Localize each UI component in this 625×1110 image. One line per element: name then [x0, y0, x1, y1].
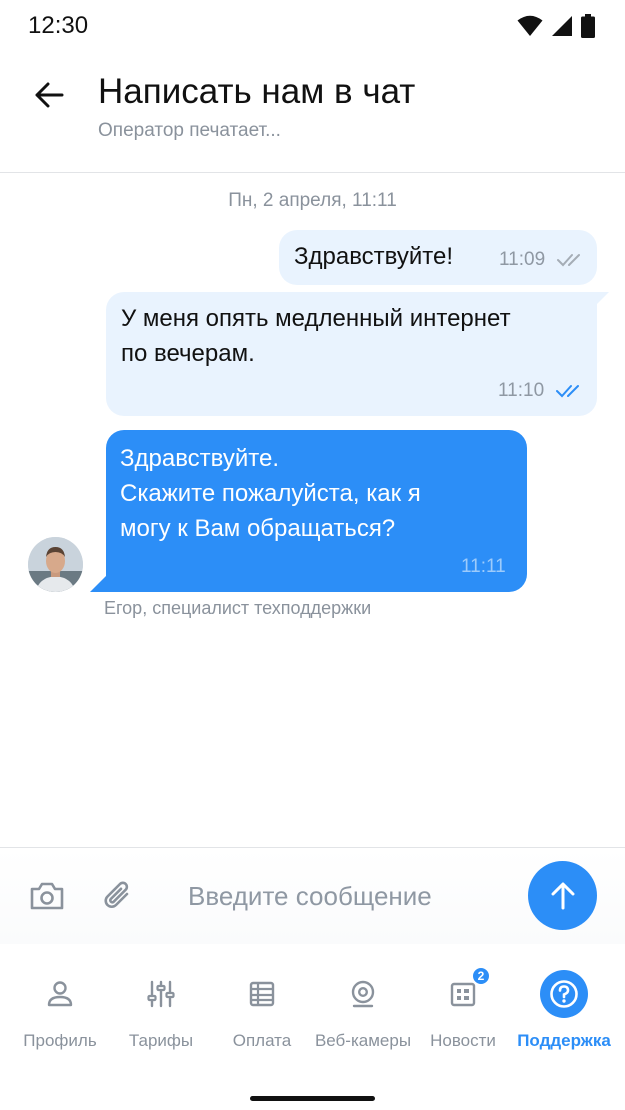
read-checkmarks-icon	[556, 385, 579, 398]
nav-item-news[interactable]: 2 Новости	[411, 964, 515, 1064]
typing-status: Оператор печатает...	[98, 120, 281, 141]
arrow-up-icon	[551, 882, 574, 909]
wifi-icon	[517, 15, 543, 36]
incoming-message[interactable]: Здравствуйте. Скажите пожалуйста, как я …	[106, 430, 527, 592]
nav-icon-container	[339, 970, 387, 1018]
nav-item-tariffs[interactable]: Тарифы	[109, 964, 213, 1064]
nav-label: Профиль	[23, 1031, 97, 1050]
page-title: Написать нам в чат	[98, 72, 416, 111]
battery-icon	[581, 14, 595, 38]
home-indicator[interactable]	[250, 1096, 375, 1101]
status-time: 12:30	[28, 12, 89, 39]
person-icon	[47, 981, 73, 1007]
status-icons	[517, 14, 595, 38]
outgoing-message[interactable]: У меня опять медленный интернет по вечер…	[106, 292, 597, 416]
help-circle-icon	[540, 970, 588, 1018]
chat-header: Написать нам в чат Оператор печатает...	[0, 56, 625, 173]
cellular-signal-icon	[552, 16, 572, 36]
sliders-icon	[147, 980, 175, 1008]
nav-icon-container	[36, 970, 84, 1018]
nav-icon-container	[238, 970, 286, 1018]
message-time: 11:11	[461, 556, 506, 577]
status-bar: 12:30	[0, 0, 625, 56]
arrow-back-icon	[35, 82, 64, 108]
nav-label: Оплата	[232, 1031, 292, 1050]
send-button[interactable]	[528, 861, 597, 930]
nav-icon-container	[137, 970, 185, 1018]
notification-badge: 2	[471, 966, 491, 986]
nav-label: Тарифы	[128, 1031, 194, 1050]
sent-checkmarks-icon	[557, 254, 580, 267]
message-text: Здравствуйте. Скажите пожалуйста, как я …	[120, 445, 421, 542]
nav-item-support[interactable]: Поддержка	[512, 964, 616, 1064]
message-time: 11:10	[498, 380, 545, 401]
nav-item-profile[interactable]: Профиль	[8, 964, 112, 1064]
nav-label: Веб-камеры	[314, 1031, 412, 1050]
message-input[interactable]	[188, 872, 508, 920]
date-separator: Пн, 2 апреля, 11:11	[228, 190, 397, 211]
message-time: 11:09	[499, 249, 546, 270]
message-text: Здравствуйте!	[294, 243, 454, 270]
nav-icon-container	[540, 970, 588, 1018]
webcam-icon	[351, 980, 375, 1008]
bottom-navigation: Профиль Тарифы Оплата Веб-камеры 2 Новос…	[0, 944, 625, 1110]
paperclip-icon	[104, 881, 129, 908]
message-composer	[0, 847, 625, 944]
attach-button[interactable]	[96, 874, 140, 918]
message-text: У меня опять медленный интернет по вечер…	[121, 305, 511, 367]
nav-item-webcams[interactable]: Веб-камеры	[311, 964, 415, 1064]
operator-photo	[28, 537, 83, 592]
outgoing-message[interactable]: Здравствуйте! 11:09	[279, 230, 597, 285]
camera-icon	[30, 882, 64, 910]
operator-avatar[interactable]	[28, 537, 83, 592]
nav-label: Новости	[430, 1031, 496, 1050]
nav-label: Поддержка	[517, 1031, 611, 1050]
payment-stack-icon	[249, 981, 275, 1007]
nav-item-payment[interactable]: Оплата	[210, 964, 314, 1064]
sender-name: Егор, специалист техподдержки	[104, 598, 372, 618]
back-button[interactable]	[26, 72, 72, 118]
chat-messages[interactable]: Пн, 2 апреля, 11:11 Здравствуйте! 11:09 …	[0, 174, 625, 847]
camera-button[interactable]	[25, 874, 69, 918]
